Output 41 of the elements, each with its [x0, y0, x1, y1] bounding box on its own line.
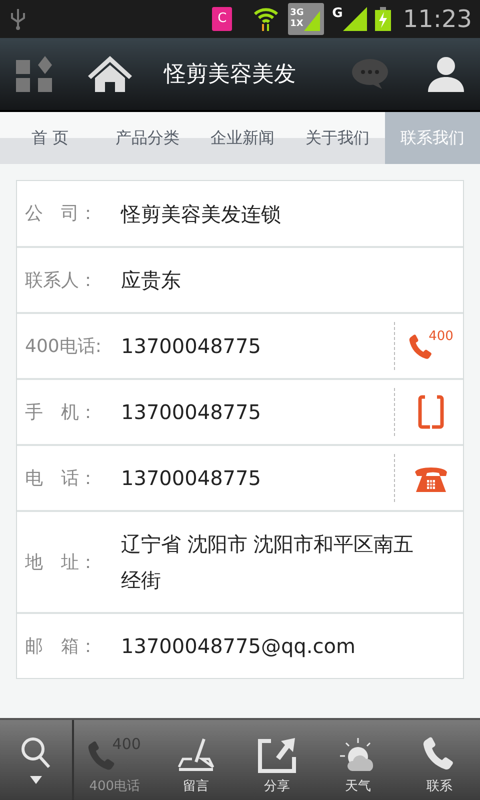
toolbar-button[interactable]: 联系 [398, 720, 480, 800]
field-value: 应贵东 [121, 267, 182, 294]
field-value: 13700048775@qq.com [121, 633, 356, 660]
field-label: 地 址： [25, 550, 98, 574]
network-type: G [332, 5, 343, 23]
nav-tab[interactable]: 产品分类 [100, 112, 195, 164]
share-icon [257, 736, 297, 772]
nav-tab[interactable]: 企业新闻 [195, 112, 290, 164]
nav-tab[interactable]: 关于我们 [290, 112, 385, 164]
field-value: 怪剪美容美发连锁 [121, 200, 282, 228]
field-value: 13700048775 [121, 333, 262, 360]
caret-icon [30, 776, 42, 784]
field-label: 公 司： [25, 202, 98, 226]
app-notification-icon: C [212, 7, 232, 31]
toolbar-button[interactable]: 分享 [236, 720, 318, 800]
network-type: 1X [290, 19, 304, 30]
toolbar-button[interactable]: 天气 [318, 720, 399, 800]
nav-tab[interactable]: 首 页 [0, 112, 100, 164]
toolbar-button[interactable]: 留言 [155, 720, 236, 800]
field-value: 13700048775 [121, 465, 262, 492]
signal-icon [342, 7, 367, 31]
wifi-icon [252, 5, 280, 33]
field-label: 联系人： [25, 268, 98, 292]
network-type: 3G [290, 8, 304, 19]
user-icon[interactable] [428, 56, 464, 92]
icon-label: 400 [428, 330, 454, 343]
field-label: 手 机： [25, 400, 98, 424]
field-value: 13700048775 [121, 399, 262, 426]
writing-pad-icon [176, 736, 216, 772]
field-label: 电 话： [25, 466, 98, 490]
apps-grid-icon[interactable] [16, 56, 52, 92]
clock: 11:23 [402, 4, 472, 35]
phone-icon [423, 736, 456, 772]
battery-icon [374, 7, 391, 31]
field-label: 400电话: [25, 334, 102, 358]
app-title: 怪剪美容美发 [164, 60, 297, 88]
mobile-phone-icon[interactable] [417, 394, 445, 430]
field-label: 邮 箱： [25, 634, 98, 658]
field-value: 辽宁省 沈阳市 沈阳市和平区南五经街 [121, 531, 415, 594]
home-icon[interactable] [88, 56, 132, 92]
usb-icon [8, 7, 28, 31]
